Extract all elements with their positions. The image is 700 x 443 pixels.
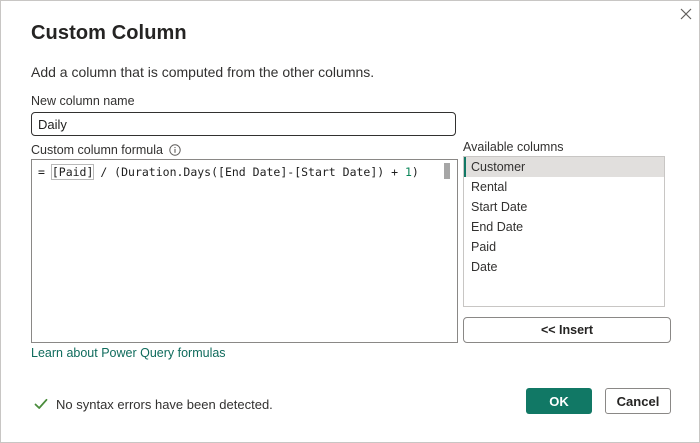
formula-prefix: = (38, 165, 52, 179)
editor-scrollbar[interactable] (444, 163, 450, 179)
syntax-status-text: No syntax errors have been detected. (56, 396, 273, 412)
new-column-name-input[interactable] (31, 112, 456, 136)
info-icon[interactable] (169, 144, 181, 156)
column-item-start-date[interactable]: Start Date (464, 197, 664, 217)
dialog-subtitle: Add a column that is computed from the o… (31, 64, 375, 80)
close-icon (680, 8, 692, 20)
cancel-button[interactable]: Cancel (605, 388, 671, 414)
custom-column-dialog: Custom Column Add a column that is compu… (0, 0, 700, 443)
column-item-date[interactable]: Date (464, 257, 664, 277)
formula-number: 1 (404, 165, 412, 179)
checkmark-icon (33, 396, 49, 412)
formula-suffix: ) (411, 165, 419, 179)
dialog-title: Custom Column (31, 22, 187, 44)
column-item-customer[interactable]: Customer (464, 157, 664, 177)
available-columns-list[interactable]: Customer Rental Start Date End Date Paid… (463, 156, 665, 307)
column-item-paid[interactable]: Paid (464, 237, 664, 257)
syntax-status: No syntax errors have been detected. (33, 396, 273, 412)
column-item-rental[interactable]: Rental (464, 177, 664, 197)
column-item-end-date[interactable]: End Date (464, 217, 664, 237)
ok-button[interactable]: OK (526, 388, 592, 414)
formula-highlighted-token: [Paid] (50, 164, 95, 180)
new-column-name-label: New column name (31, 94, 135, 108)
learn-formulas-link[interactable]: Learn about Power Query formulas (31, 346, 226, 360)
available-columns-label: Available columns (463, 140, 564, 154)
formula-label-row: Custom column formula (31, 143, 181, 157)
formula-code[interactable]: = [Paid] / (Duration.Days([End Date]-[St… (38, 164, 419, 180)
formula-editor[interactable]: = [Paid] / (Duration.Days([End Date]-[St… (31, 159, 458, 343)
formula-label: Custom column formula (31, 143, 163, 157)
insert-button[interactable]: << Insert (463, 317, 671, 343)
formula-body: / (Duration.Days([End Date]-[Start Date]… (93, 165, 405, 179)
close-button[interactable] (675, 3, 697, 25)
